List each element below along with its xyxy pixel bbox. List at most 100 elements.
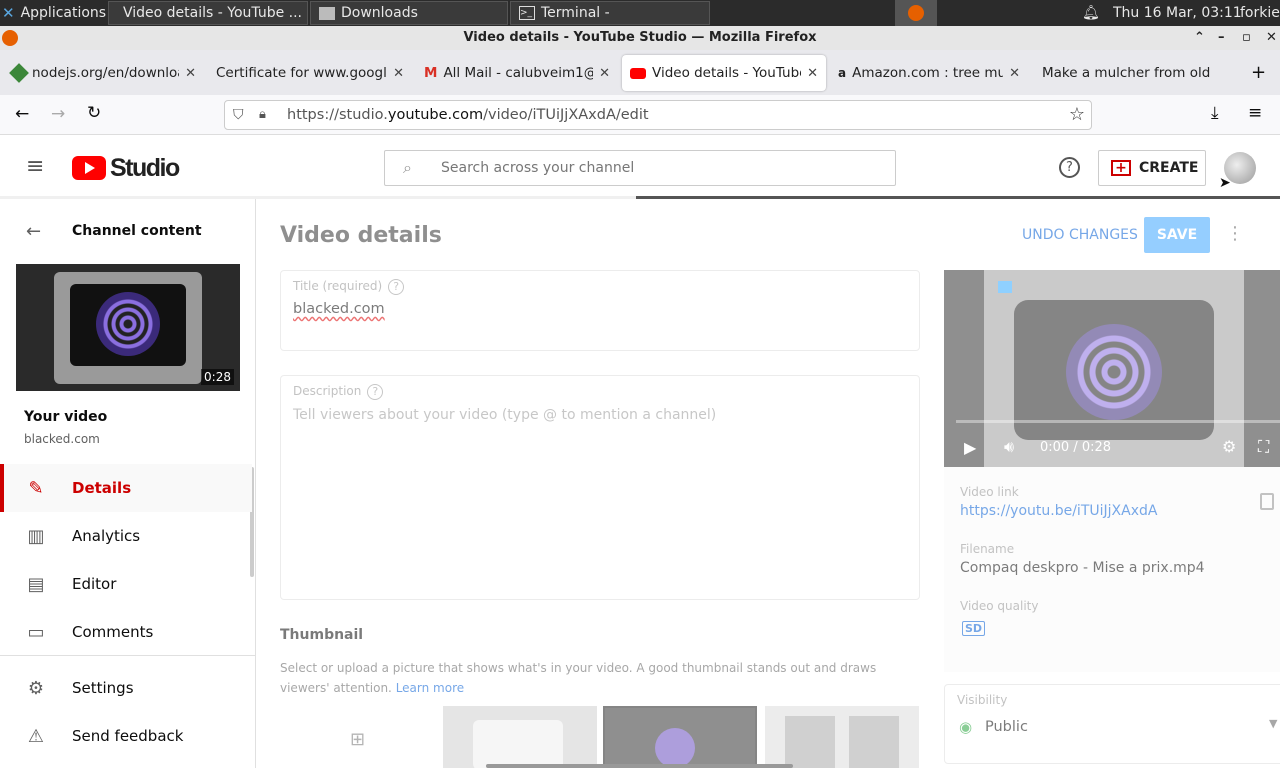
help-icon[interactable]: ? — [367, 384, 384, 400]
nodejs-icon — [9, 63, 29, 83]
upload-thumbnail-icon[interactable]: ⊞ — [350, 729, 365, 750]
help-icon[interactable]: ? — [1059, 157, 1080, 178]
sidebar-item-comments[interactable]: ▭ Comments — [0, 608, 252, 656]
bookmark-star-icon[interactable]: ☆ — [1069, 101, 1085, 129]
player-seek-bar[interactable] — [956, 420, 1280, 423]
sidebar: ← Channel content 0:28 Your video blacke… — [0, 199, 256, 768]
url-path: /video/iTUiJjXAxdA/edit — [483, 107, 649, 123]
taskbar-window-firefox[interactable]: Video details - YouTube ... — [108, 1, 308, 25]
tab-mulcher[interactable]: Make a mulcher from old — [1034, 55, 1234, 91]
undo-changes-button[interactable]: UNDO CHANGES — [1022, 227, 1138, 243]
sidebar-item-editor[interactable]: ▤ Editor — [0, 560, 252, 608]
volume-icon[interactable]: 🔊︎ — [1004, 437, 1014, 457]
video-player[interactable]: ▶ 🔊︎ 0:00 / 0:28 ⚙ ⛶ — [944, 270, 1280, 467]
video-quality-label: Video quality — [960, 599, 1039, 613]
tab-amazon[interactable]: a Amazon.com : tree mu ✕ — [830, 55, 1028, 91]
downloads-icon[interactable]: ⤓ — [1211, 103, 1219, 123]
gear-icon[interactable]: ⚙ — [1222, 437, 1236, 456]
system-taskbar: ✕ Applications Video details - YouTube .… — [0, 0, 1280, 26]
reload-icon[interactable]: ↻ — [87, 103, 101, 123]
close-tab-icon[interactable]: ✕ — [1009, 66, 1020, 81]
gmail-icon: M — [424, 65, 438, 81]
description-placeholder[interactable]: Tell viewers about your video (type @ to… — [293, 407, 716, 423]
play-icon[interactable]: ▶ — [964, 438, 976, 457]
studio-header: ≡ Studio ⌕ Search across your channel ? … — [0, 136, 1280, 198]
title-input-value[interactable]: blacked.com — [293, 301, 385, 317]
video-link[interactable]: https://youtu.be/iTUiJjXAxdA — [960, 503, 1157, 519]
close-tab-icon[interactable]: ✕ — [807, 66, 818, 81]
tab-label: nodejs.org/en/downloa — [32, 65, 180, 81]
auto-thumbnail-1[interactable] — [443, 706, 597, 768]
url-domain: youtube.com — [387, 107, 484, 123]
close-tab-icon[interactable]: ✕ — [393, 66, 404, 81]
your-video-label: Your video — [24, 409, 108, 425]
applications-icon: ✕ — [2, 4, 15, 22]
studio-logo-text: Studio — [110, 153, 180, 182]
create-video-icon: + — [1111, 160, 1131, 176]
notification-bell-icon[interactable]: 🔔︎ — [1082, 0, 1100, 26]
comments-icon: ▭ — [27, 621, 45, 643]
menu-hamburger-icon[interactable]: ≡ — [1248, 103, 1262, 123]
tab-youtube-studio[interactable]: Video details - YouTube ✕ — [622, 55, 826, 91]
description-field[interactable]: Description? Tell viewers about your vid… — [280, 375, 920, 600]
sidebar-item-feedback[interactable]: ⚠ Send feedback — [0, 712, 252, 760]
copy-icon[interactable] — [1260, 493, 1274, 510]
create-button[interactable]: + CREATE — [1098, 150, 1206, 186]
window-titlebar: Video details - YouTube Studio — Mozilla… — [0, 26, 1280, 50]
sidebar-item-settings[interactable]: ⚙ Settings — [0, 664, 252, 712]
save-button[interactable]: SAVE — [1144, 217, 1210, 253]
close-tab-icon[interactable]: ✕ — [185, 66, 196, 81]
create-label: CREATE — [1139, 160, 1199, 176]
close-icon[interactable]: ✕ — [1266, 26, 1277, 50]
main-content: Video details UNDO CHANGES SAVE ⋮ Title … — [256, 199, 1280, 768]
video-thumbnail[interactable]: 0:28 — [16, 264, 240, 391]
user-name: forkie — [1240, 5, 1280, 21]
tab-label: Certificate for www.google — [216, 65, 388, 81]
minimize-up-icon[interactable]: ⌃ — [1194, 26, 1205, 50]
more-options-icon[interactable]: ⋮ — [1226, 223, 1244, 244]
sidebar-item-details[interactable]: ✎ Details — [0, 464, 252, 512]
forward-arrow-icon[interactable]: → — [51, 104, 65, 124]
tab-label: Video details - YouTube — [652, 65, 802, 81]
title-field-label: Title (required)? — [293, 279, 405, 295]
url-bar[interactable]: ⛉ 🔒︎ https://studio.youtube.com/video/iT… — [224, 100, 1092, 130]
channel-content-link[interactable]: Channel content — [72, 223, 202, 239]
thumbnail-heading: Thumbnail — [280, 627, 364, 643]
title-field[interactable]: Title (required)? blacked.com — [280, 270, 920, 351]
hamburger-menu-icon[interactable]: ≡ — [26, 154, 44, 179]
back-arrow-icon[interactable]: ← — [26, 221, 41, 242]
sidebar-item-label: Comments — [72, 623, 154, 641]
back-arrow-icon[interactable]: ← — [15, 104, 29, 124]
title-label-text: Title (required) — [293, 279, 383, 293]
tab-nodejs[interactable]: nodejs.org/en/downloa ✕ — [4, 55, 204, 91]
auto-thumbnail-2[interactable] — [603, 706, 757, 768]
firefox-icon — [2, 30, 18, 46]
learn-more-link[interactable]: Learn more — [396, 681, 464, 695]
studio-logo[interactable]: Studio — [72, 153, 180, 182]
auto-thumbnail-3[interactable] — [765, 706, 919, 768]
lock-icon: 🔒︎ — [259, 107, 266, 122]
help-icon[interactable]: ? — [388, 279, 405, 295]
duration-badge: 0:28 — [201, 369, 234, 385]
search-input[interactable]: ⌕ Search across your channel — [384, 150, 896, 186]
visibility-dropdown[interactable]: Visibility ◉ Public ▼ — [944, 684, 1280, 764]
tab-label: Make a mulcher from old — [1042, 65, 1211, 81]
taskbar-window-label: Video details - YouTube ... — [123, 5, 302, 21]
taskbar-window-terminal[interactable]: >_ Terminal - — [510, 1, 710, 25]
applications-menu[interactable]: ✕ Applications — [2, 0, 106, 26]
new-tab-plus-icon[interactable]: + — [1251, 62, 1266, 83]
page-scrollbar[interactable] — [486, 764, 793, 768]
minimize-icon[interactable]: – — [1218, 26, 1225, 50]
maximize-icon[interactable]: ▫ — [1242, 26, 1251, 50]
taskbar-window-downloads[interactable]: Downloads — [310, 1, 508, 25]
search-icon: ⌕ — [403, 158, 412, 177]
sidebar-item-analytics[interactable]: ▥ Analytics — [0, 512, 252, 560]
fullscreen-icon[interactable]: ⛶ — [1258, 437, 1269, 457]
tab-certificate[interactable]: Certificate for www.google ✕ — [208, 55, 412, 91]
video-link-label: Video link — [960, 485, 1019, 499]
search-placeholder: Search across your channel — [441, 160, 635, 176]
tray-firefox-icon[interactable] — [895, 0, 937, 26]
taskbar-window-label: Downloads — [341, 5, 418, 21]
close-tab-icon[interactable]: ✕ — [599, 66, 610, 81]
tab-gmail[interactable]: M All Mail - calubveim1@ ✕ — [416, 55, 618, 91]
